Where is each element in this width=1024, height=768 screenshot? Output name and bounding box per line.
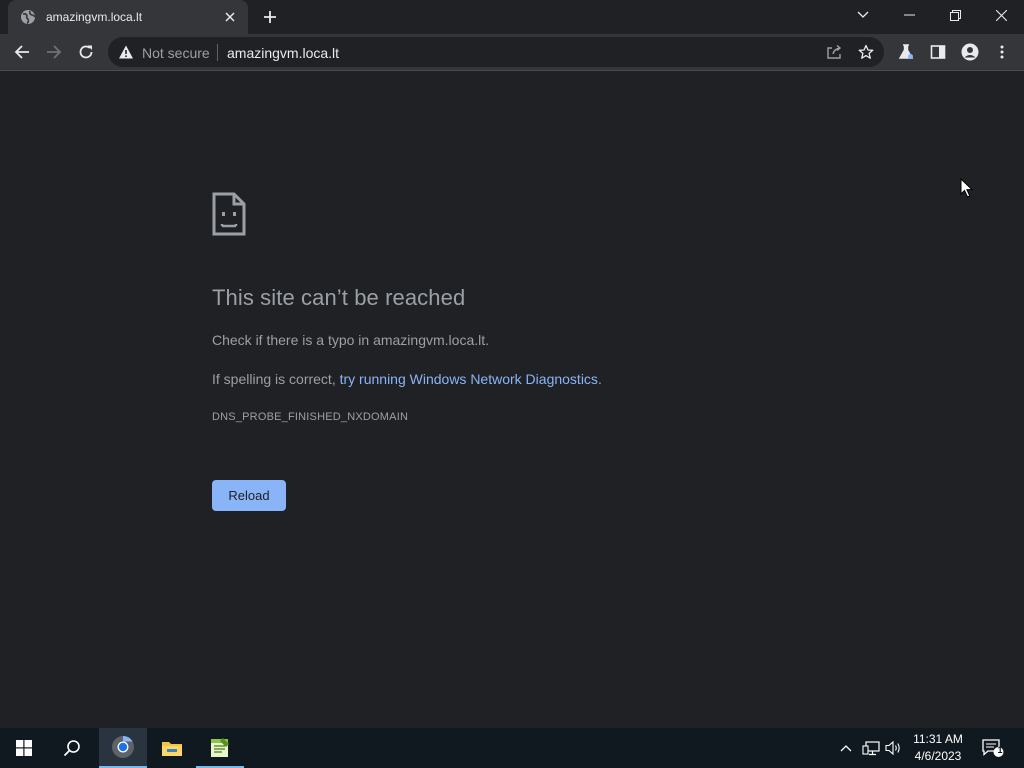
back-button[interactable] <box>8 38 36 66</box>
browser-tab[interactable]: amazingvm.loca.lt <box>8 0 248 34</box>
security-label[interactable]: Not secure <box>142 45 210 61</box>
forward-button[interactable] <box>40 38 68 66</box>
chrome-icon <box>112 736 134 758</box>
address-bar[interactable]: Not secure amazingvm.loca.lt <box>108 37 884 67</box>
taskbar-chrome[interactable] <box>99 728 147 768</box>
error-hint-diagnostics: If spelling is correct, try running Wind… <box>212 371 602 387</box>
folder-icon <box>162 742 182 756</box>
restore-button[interactable] <box>932 0 978 30</box>
mouse-cursor-icon <box>960 177 974 198</box>
search-button[interactable] <box>48 728 96 768</box>
browser-toolbar: Not secure amazingvm.loca.lt <box>0 34 1024 71</box>
reload-icon[interactable] <box>72 38 100 66</box>
menu-kebab-icon[interactable] <box>990 40 1014 64</box>
close-window-button[interactable] <box>978 0 1024 30</box>
taskbar-file-explorer[interactable] <box>148 728 196 768</box>
volume-icon[interactable] <box>884 728 904 768</box>
taskbar-clock[interactable]: 11:31 AM 4/6/2023 <box>906 731 970 765</box>
notification-count-badge: 1 <box>997 745 1003 755</box>
share-icon[interactable] <box>824 42 844 62</box>
new-tab-button[interactable] <box>258 5 282 29</box>
bookmark-star-icon[interactable] <box>856 42 876 62</box>
url-text[interactable]: amazingvm.loca.lt <box>227 45 339 61</box>
diagnostics-prefix: If spelling is correct, <box>212 371 340 387</box>
start-button[interactable] <box>0 728 48 768</box>
sad-file-icon <box>212 192 246 236</box>
windows-logo-icon <box>16 740 32 756</box>
profile-avatar-icon[interactable] <box>958 40 982 64</box>
globe-icon <box>20 9 36 25</box>
close-tab-icon[interactable] <box>220 7 240 27</box>
taskbar-notepad-plus-plus[interactable] <box>196 728 244 768</box>
error-title: This site can’t be reached <box>212 285 466 310</box>
network-diagnostics-link[interactable]: try running Windows Network Diagnostics <box>340 371 598 387</box>
action-center-button[interactable]: 1 <box>978 728 1008 768</box>
clock-time: 11:31 AM <box>913 732 963 746</box>
notepad-plus-plus-icon <box>211 738 229 757</box>
network-icon[interactable] <box>860 728 882 768</box>
reload-button[interactable]: Reload <box>212 480 286 511</box>
diagnostics-suffix: . <box>597 371 602 387</box>
clock-date: 4/6/2023 <box>914 749 962 763</box>
search-icon <box>63 740 80 757</box>
omnibox-divider <box>217 44 218 61</box>
show-hidden-icons-chevron[interactable] <box>836 728 856 768</box>
minimize-button[interactable] <box>886 0 932 30</box>
error-hint-typo: Check if there is a typo in amazingvm.lo… <box>212 332 490 348</box>
side-panel-icon[interactable] <box>926 40 950 64</box>
error-code: DNS_PROBE_FINISHED_NXDOMAIN <box>212 411 409 423</box>
warning-icon[interactable] <box>118 44 134 60</box>
labs-flask-icon[interactable] <box>894 40 918 64</box>
tab-title: amazingvm.loca.lt <box>46 10 143 24</box>
tab-search-icon[interactable] <box>840 0 886 30</box>
tab-strip: amazingvm.loca.lt <box>0 0 1024 34</box>
windows-taskbar: 11:31 AM 4/6/2023 1 <box>0 728 1024 768</box>
page-content: This site can’t be reached Check if ther… <box>0 71 1024 728</box>
